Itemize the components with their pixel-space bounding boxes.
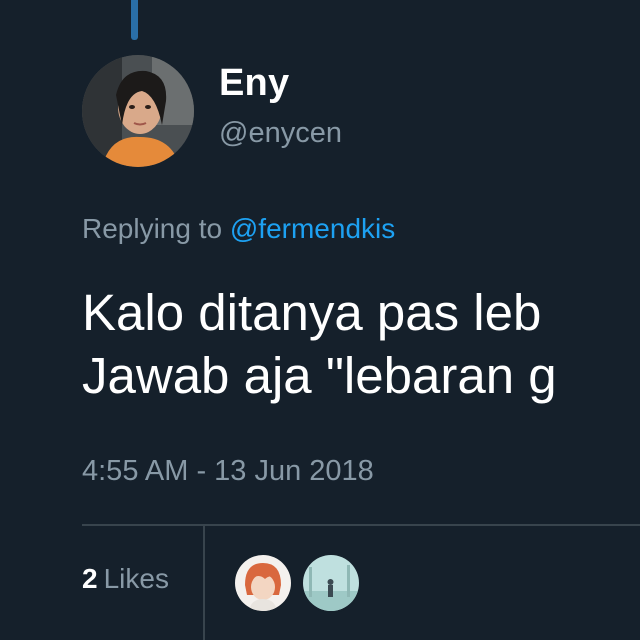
landscape-avatar-icon [303, 555, 359, 611]
tweet-text-line: Kalo ditanya pas leb [82, 284, 542, 341]
stats-separator [203, 526, 205, 640]
liker-avatar[interactable] [233, 553, 293, 613]
replying-to-label: Replying to [82, 213, 230, 244]
anime-avatar-icon [235, 555, 291, 611]
replying-to-line: Replying to @fermendkis [82, 213, 395, 245]
stats-divider [82, 524, 640, 526]
tweet-text-line: Jawab aja "lebaran g [82, 347, 557, 404]
likes-count: 2 [82, 563, 98, 594]
reply-target-link[interactable]: @fermendkis [230, 213, 395, 244]
likes-label: Likes [103, 563, 169, 594]
author-handle[interactable]: @enycen [219, 117, 342, 150]
tweet-timestamp[interactable]: 4:55 AM - 13 Jun 2018 [82, 455, 374, 488]
liker-avatar[interactable] [301, 553, 361, 613]
author-display-name[interactable]: Eny [219, 62, 289, 105]
thread-connector-line [131, 0, 138, 40]
author-avatar[interactable] [82, 55, 194, 167]
profile-photo-icon [82, 55, 194, 167]
tweet-text: Kalo ditanya pas leb Jawab aja "lebaran … [82, 281, 640, 407]
likes-stat[interactable]: 2 Likes [82, 563, 169, 595]
